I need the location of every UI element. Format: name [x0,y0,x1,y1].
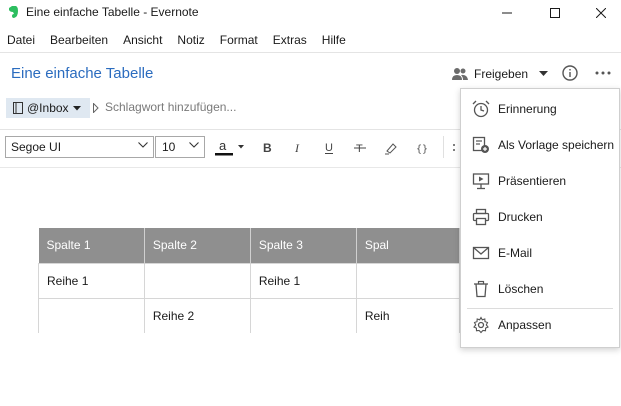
maximize-button[interactable] [532,0,578,26]
font-family-value: Segoe UI [11,140,62,154]
svg-text:U: U [325,142,333,154]
tag-input[interactable]: Schlagwort hinzufügen... [105,100,236,114]
menu-bar: Datei Bearbeiten Ansicht Notiz Format Ex… [0,29,621,51]
menu-item-label: Löschen [498,282,544,296]
evernote-logo-icon [9,6,18,18]
table-cell[interactable]: Reihe 1 [249,262,357,299]
mail-icon [472,246,490,260]
close-button[interactable] [578,0,621,26]
font-color-icon: a [215,139,244,156]
menu-datei[interactable]: Datei [0,29,43,51]
italic-button[interactable]: I [287,138,309,158]
share-button[interactable]: Freigeben [452,64,549,84]
menu-format[interactable]: Format [213,29,266,51]
menu-item-label: Als Vorlage speichern [498,138,615,152]
alarm-clock-icon [472,100,490,118]
list-icon [453,144,455,151]
chevron-down-icon [138,142,148,148]
note-table[interactable]: Spalte 1 Spalte 2 Spalte 3 Spal Reihe 1 … [38,228,460,333]
bold-button[interactable]: B [256,138,278,158]
table-header-cell[interactable]: Spal [356,228,460,263]
table-header-row: Spalte 1 Spalte 2 Spalte 3 Spal [38,228,460,263]
table-cell[interactable] [249,297,357,333]
svg-text:{}: {} [416,144,428,155]
people-icon [452,68,468,80]
note-title[interactable]: Eine einfache Tabelle [11,65,153,82]
table-header-cell[interactable]: Spalte 1 [38,228,145,263]
menu-item-delete[interactable]: Löschen [461,271,619,307]
note-options-menu: Erinnerung Als Vorlage speichern Präsent… [460,88,620,348]
title-bar: Eine einfache Tabelle - Evernote [0,0,621,26]
printer-icon [472,208,490,226]
more-options-icon[interactable] [594,66,612,80]
svg-text:I: I [294,141,300,155]
menu-item-save-template[interactable]: Als Vorlage speichern [461,127,619,163]
trash-icon [474,280,488,298]
present-icon [472,173,490,190]
list-button[interactable] [448,138,460,158]
notebook-selector[interactable]: @Inbox [6,98,90,118]
menu-item-present[interactable]: Präsentieren [461,163,619,199]
table-cell[interactable]: Reihe 1 [38,262,145,299]
menu-item-label: Drucken [498,210,543,224]
menu-hilfe[interactable]: Hilfe [315,29,354,51]
underline-icon: U [325,142,333,154]
menu-notiz[interactable]: Notiz [170,29,212,51]
notebook-icon [13,102,23,114]
share-label: Freigeben [474,67,529,81]
notebook-name: @Inbox [27,101,69,115]
code-block-button[interactable]: {} [411,138,433,158]
table-row: Reihe 2 Reih [38,297,460,333]
window-title: Eine einfache Tabelle - Evernote [26,5,199,19]
toolbar-divider [443,136,444,158]
table-header-cell[interactable]: Spalte 3 [250,228,357,263]
menu-item-print[interactable]: Drucken [461,199,619,235]
menu-divider [0,52,621,53]
note-table-container: Spalte 1 Spalte 2 Spalte 3 Spal Reihe 1 … [38,228,460,333]
chevron-down-icon [189,142,199,148]
caret-down-icon [539,71,549,76]
font-family-select[interactable]: Segoe UI [5,136,154,158]
strikethrough-icon: T [354,143,366,155]
minimize-icon [502,12,512,14]
caret-down-icon [72,105,81,110]
table-header-cell[interactable]: Spalte 2 [144,228,251,263]
maximize-icon [550,8,560,18]
svg-text:T: T [356,143,363,155]
gear-icon [473,316,489,334]
close-icon [596,8,606,18]
menu-ansicht[interactable]: Ansicht [116,29,170,51]
strikethrough-button[interactable]: T [349,138,371,158]
font-size-value: 10 [162,140,176,154]
info-icon[interactable] [562,65,578,81]
bold-icon: B [263,141,272,155]
tag-arrow-icon [93,103,99,113]
menu-extras[interactable]: Extras [266,29,315,51]
menu-item-label: Präsentieren [498,174,567,188]
menu-item-label: E-Mail [498,246,533,260]
font-size-select[interactable]: 10 [155,136,205,158]
save-template-icon [472,136,489,153]
highlighter-icon [385,143,397,155]
menu-item-label: Anpassen [498,318,552,332]
code-braces-icon: {} [416,144,428,155]
minimize-button[interactable] [484,0,530,26]
menu-item-email[interactable]: E-Mail [461,235,619,271]
svg-text:B: B [263,141,272,155]
italic-icon: I [294,141,300,155]
menu-item-reminder[interactable]: Erinnerung [461,91,619,127]
table-cell[interactable] [143,262,251,299]
underline-button[interactable]: U [318,138,340,158]
table-cell[interactable] [355,262,460,299]
svg-text:a: a [219,139,227,153]
table-cell[interactable] [38,297,145,333]
menu-bearbeiten[interactable]: Bearbeiten [43,29,116,51]
highlight-button[interactable] [380,138,402,158]
menu-item-label: Erinnerung [498,102,557,116]
table-cell[interactable]: Reih [355,297,460,333]
font-color-button[interactable]: a [212,138,248,158]
table-cell[interactable]: Reihe 2 [143,297,251,333]
menu-item-customize[interactable]: Anpassen [461,307,619,343]
table-row: Reihe 1 Reihe 1 [38,262,460,299]
